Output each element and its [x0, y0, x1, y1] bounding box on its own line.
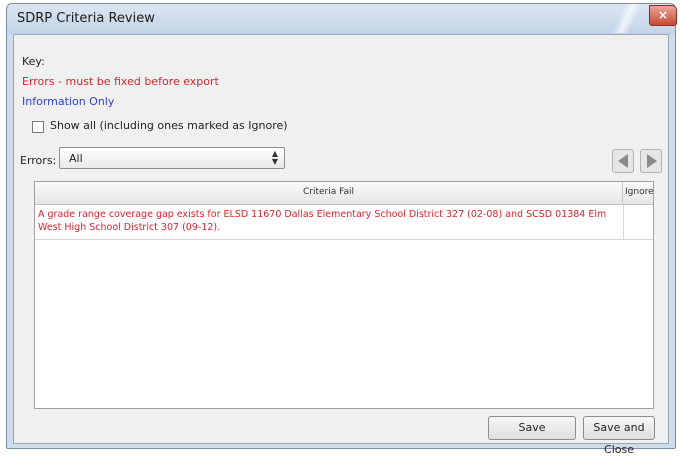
- triangle-left-icon: [618, 154, 628, 168]
- grid-header: Criteria Fail Ignore: [35, 182, 654, 205]
- dialog-body: Key: Errors - must be fixed before expor…: [13, 34, 669, 456]
- errors-filter-value: All: [69, 152, 83, 165]
- next-button[interactable]: [640, 149, 662, 173]
- table-row[interactable]: A grade range coverage gap exists for EL…: [35, 205, 653, 240]
- ignore-cell[interactable]: [623, 205, 653, 239]
- previous-button[interactable]: [612, 149, 634, 173]
- column-header-ignore[interactable]: Ignore: [623, 182, 654, 204]
- errors-filter-select[interactable]: All ▲ ▼: [59, 147, 285, 169]
- column-header-ignore-label: Ignore: [625, 187, 654, 197]
- column-header-criteria[interactable]: Criteria Fail: [35, 182, 623, 204]
- show-all-label: Show all (including ones marked as Ignor…: [50, 119, 288, 132]
- close-button[interactable]: ×: [649, 5, 677, 26]
- show-all-checkbox[interactable]: [32, 121, 44, 133]
- title-bar[interactable]: SDRP Criteria Review ×: [7, 4, 677, 34]
- save-and-close-button[interactable]: Save and Close: [583, 416, 655, 456]
- key-errors-text: Errors - must be fixed before export: [22, 75, 219, 88]
- triangle-right-icon: [647, 154, 657, 168]
- criteria-review-window: SDRP Criteria Review × Key: Errors - mus…: [6, 3, 677, 456]
- criteria-fail-cell: A grade range coverage gap exists for EL…: [38, 209, 607, 233]
- title-bar-glass: [605, 4, 649, 33]
- errors-filter-label: Errors:: [20, 154, 57, 167]
- criteria-grid: Criteria Fail Ignore A grade range cover…: [34, 181, 654, 409]
- key-label: Key:: [22, 55, 45, 68]
- window-title: SDRP Criteria Review: [17, 11, 155, 26]
- select-arrows-icon: ▲ ▼: [271, 149, 278, 166]
- column-header-criteria-label: Criteria Fail: [303, 187, 354, 197]
- save-button[interactable]: Save: [488, 416, 576, 440]
- key-info-text: Information Only: [22, 95, 115, 108]
